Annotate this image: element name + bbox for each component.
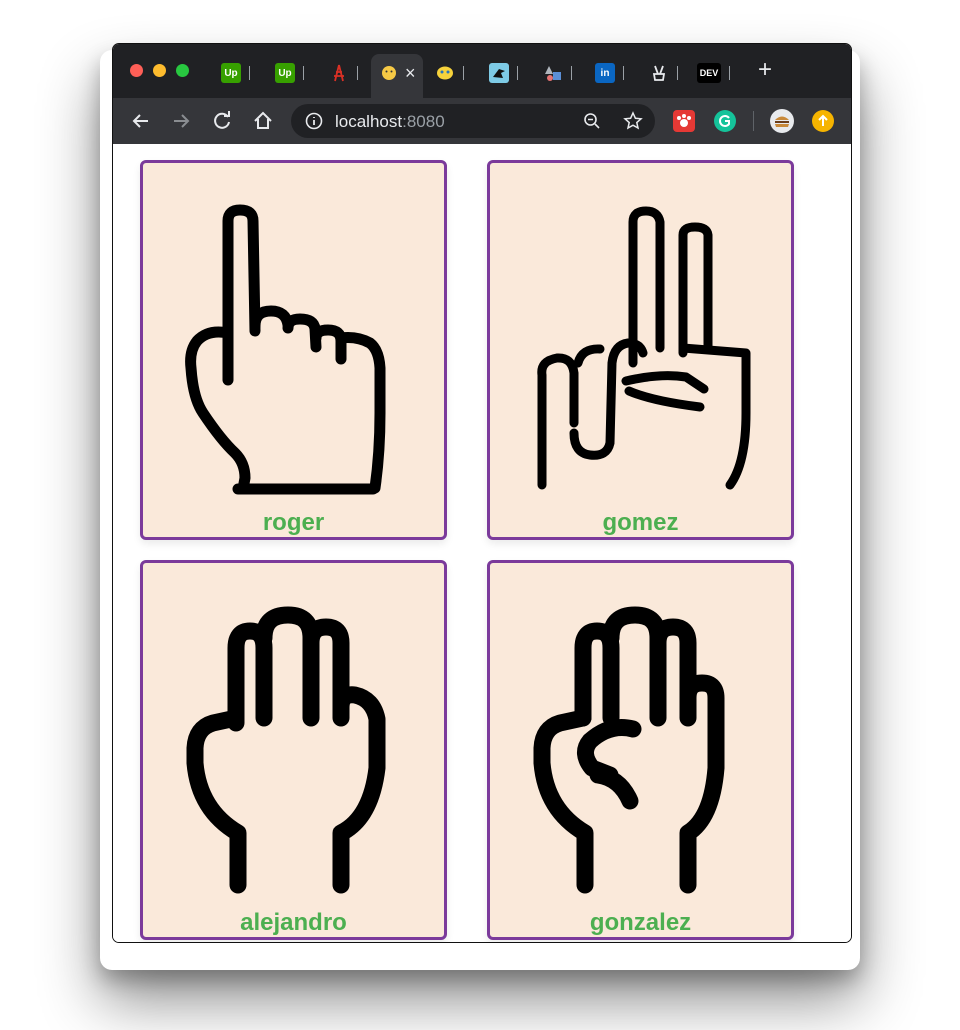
reload-icon[interactable]: [211, 110, 233, 132]
card-name-label: gomez: [602, 509, 679, 536]
tab-divider: [729, 66, 730, 80]
tab-divider: [517, 66, 518, 80]
maximize-window-button[interactable]: [176, 64, 189, 77]
tab-tower[interactable]: [329, 62, 358, 84]
tab-linkedin[interactable]: in: [595, 62, 624, 84]
hand-card-gonzalez[interactable]: gonzalez: [487, 560, 794, 940]
tab-pokemon[interactable]: [435, 62, 464, 84]
tab-active-content[interactable]: ×: [379, 62, 416, 84]
hand-card-roger[interactable]: roger: [140, 160, 447, 540]
upwork-icon: Up: [221, 63, 241, 83]
bird-icon: [489, 63, 509, 83]
one-finger-hand-icon: [185, 204, 386, 495]
url-host: localhost: [335, 112, 403, 131]
hand-card-gomez[interactable]: gomez: [487, 160, 794, 540]
info-icon[interactable]: [305, 112, 323, 130]
dev-icon: DEV: [697, 63, 721, 83]
avatar[interactable]: [770, 109, 794, 133]
page-content: roger gomez alejandro gonzalez: [113, 144, 851, 942]
home-icon[interactable]: [252, 110, 274, 132]
shapes-icon: [543, 63, 563, 83]
tab-dev[interactable]: DEV: [697, 62, 730, 84]
tab-shapes[interactable]: [543, 62, 572, 84]
emoji-face-icon: [379, 63, 399, 83]
new-tab-button[interactable]: +: [758, 58, 772, 82]
url-text[interactable]: localhost:8080: [335, 112, 445, 132]
card-name-label: gonzalez: [589, 909, 692, 936]
close-window-button[interactable]: [130, 64, 143, 77]
pokemon-icon: [435, 63, 455, 83]
card-name-label: roger: [262, 509, 325, 536]
tab-divider: [357, 66, 358, 80]
tab-divider: [249, 66, 250, 80]
four-finger-hand-icon: [533, 606, 725, 894]
forward-arrow-icon[interactable]: [170, 110, 192, 132]
zoom-icon[interactable]: [583, 112, 601, 130]
tab-peace[interactable]: [649, 62, 678, 84]
three-finger-hand-icon: [186, 606, 386, 894]
browser-toolbar: localhost:8080: [113, 98, 851, 144]
tab-divider: [623, 66, 624, 80]
address-bar[interactable]: localhost:8080: [291, 104, 655, 138]
card-name-label: alejandro: [240, 909, 347, 936]
toolbar-divider: [753, 111, 754, 131]
bookmark-star-icon[interactable]: [623, 111, 643, 131]
close-tab-icon[interactable]: ×: [405, 64, 416, 82]
tab-bird[interactable]: [489, 62, 518, 84]
tab-upwork-2[interactable]: Up: [275, 62, 304, 84]
minimize-window-button[interactable]: [153, 64, 166, 77]
tab-divider: [571, 66, 572, 80]
tower-icon: [329, 63, 349, 83]
update-arrow-icon[interactable]: [812, 110, 834, 132]
two-finger-hand-icon: [537, 206, 751, 490]
browser-window: Up Up × in DEV + localhost:8080 roger go…: [112, 43, 852, 943]
grammarly-icon[interactable]: [714, 110, 736, 132]
hand-card-alejandro[interactable]: alejandro: [140, 560, 447, 940]
tab-divider: [463, 66, 464, 80]
linkedin-icon: in: [595, 63, 615, 83]
peace-hand-icon: [649, 63, 669, 83]
paw-extension-icon[interactable]: [673, 110, 695, 132]
tab-strip: Up Up × in DEV +: [113, 44, 851, 98]
back-arrow-icon[interactable]: [130, 110, 152, 132]
tab-divider: [677, 66, 678, 80]
upwork-icon: Up: [275, 63, 295, 83]
tab-divider: [303, 66, 304, 80]
tab-upwork-1[interactable]: Up: [221, 62, 250, 84]
url-port: :8080: [402, 112, 445, 131]
